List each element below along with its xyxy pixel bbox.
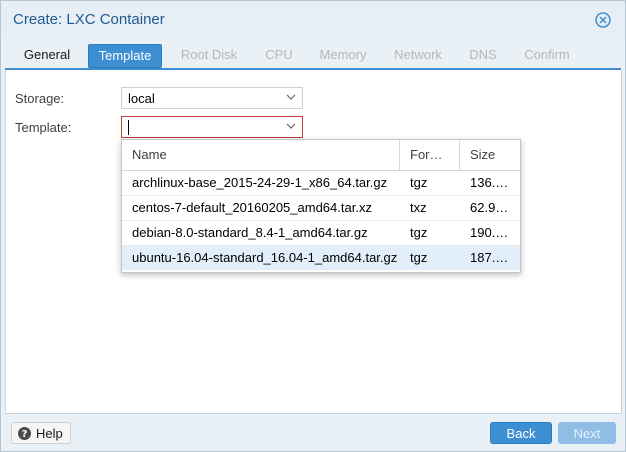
chevron-down-icon[interactable]	[286, 92, 296, 102]
close-icon[interactable]	[595, 12, 611, 28]
dialog-title: Create: LXC Container	[13, 11, 165, 28]
column-header-name[interactable]: Name	[122, 140, 400, 170]
dialog-footer: ? Help Back Next	[1, 415, 625, 451]
wizard-tabs: General Template Root Disk CPU Memory Ne…	[1, 43, 625, 69]
svg-text:?: ?	[22, 429, 28, 440]
tab-template[interactable]: Template	[88, 44, 162, 68]
storage-label: Storage:	[15, 91, 65, 106]
storage-value: local	[128, 91, 155, 106]
row-name: debian-8.0-standard_8.4-1_amd64.tar.gz	[132, 225, 368, 240]
help-label: Help	[36, 426, 63, 441]
tab-root-disk: Root Disk	[180, 47, 238, 62]
storage-select[interactable]: local	[121, 87, 303, 109]
row-name: ubuntu-16.04-standard_16.04-1_amd64.tar.…	[132, 250, 398, 265]
column-header-format[interactable]: For…	[400, 140, 460, 170]
template-label: Template:	[15, 120, 72, 135]
tab-memory: Memory	[319, 47, 367, 62]
table-row[interactable]: archlinux-base_2015-24-29-1_x86_64.tar.g…	[122, 171, 520, 196]
row-size: 136.…	[470, 175, 509, 190]
column-header-size[interactable]: Size	[460, 140, 520, 170]
help-icon: ?	[18, 427, 31, 440]
table-row[interactable]: debian-8.0-standard_8.4-1_amd64.tar.gz t…	[122, 221, 520, 246]
tab-cpu: CPU	[265, 47, 293, 62]
tab-network: Network	[394, 47, 442, 62]
template-select[interactable]	[121, 116, 303, 138]
row-name: archlinux-base_2015-24-29-1_x86_64.tar.g…	[132, 175, 388, 190]
table-row-selected[interactable]: ubuntu-16.04-standard_16.04-1_amd64.tar.…	[122, 246, 520, 270]
text-cursor	[128, 120, 129, 135]
row-name: centos-7-default_20160205_amd64.tar.xz	[132, 200, 372, 215]
create-lxc-dialog: Create: LXC Container General Template R…	[0, 0, 626, 452]
tab-general[interactable]: General	[15, 43, 79, 67]
tab-dns: DNS	[469, 47, 497, 62]
grid-header: Name For… Size	[122, 140, 520, 171]
row-format: tgz	[410, 175, 428, 190]
row-format: txz	[410, 200, 427, 215]
row-format: tgz	[410, 225, 428, 240]
next-button: Next	[558, 422, 616, 444]
chevron-down-icon[interactable]	[286, 121, 296, 131]
row-size: 190.…	[470, 225, 509, 240]
row-format: tgz	[410, 250, 428, 265]
table-row[interactable]: centos-7-default_20160205_amd64.tar.xz t…	[122, 196, 520, 221]
template-picker-grid: Name For… Size archlinux-base_2015-24-29…	[121, 139, 521, 273]
back-button[interactable]: Back	[490, 422, 552, 444]
help-button[interactable]: ? Help	[11, 422, 71, 444]
dialog-titlebar: Create: LXC Container	[1, 1, 625, 37]
tab-confirm: Confirm	[524, 47, 570, 62]
row-size: 187.…	[470, 250, 509, 265]
row-size: 62.9…	[470, 200, 509, 215]
